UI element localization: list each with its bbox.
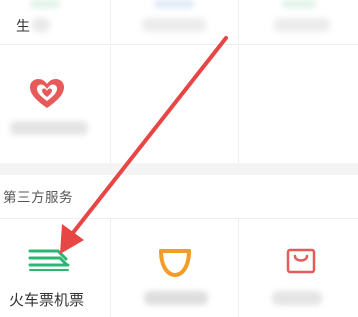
annotation-arrow-icon xyxy=(60,36,228,254)
